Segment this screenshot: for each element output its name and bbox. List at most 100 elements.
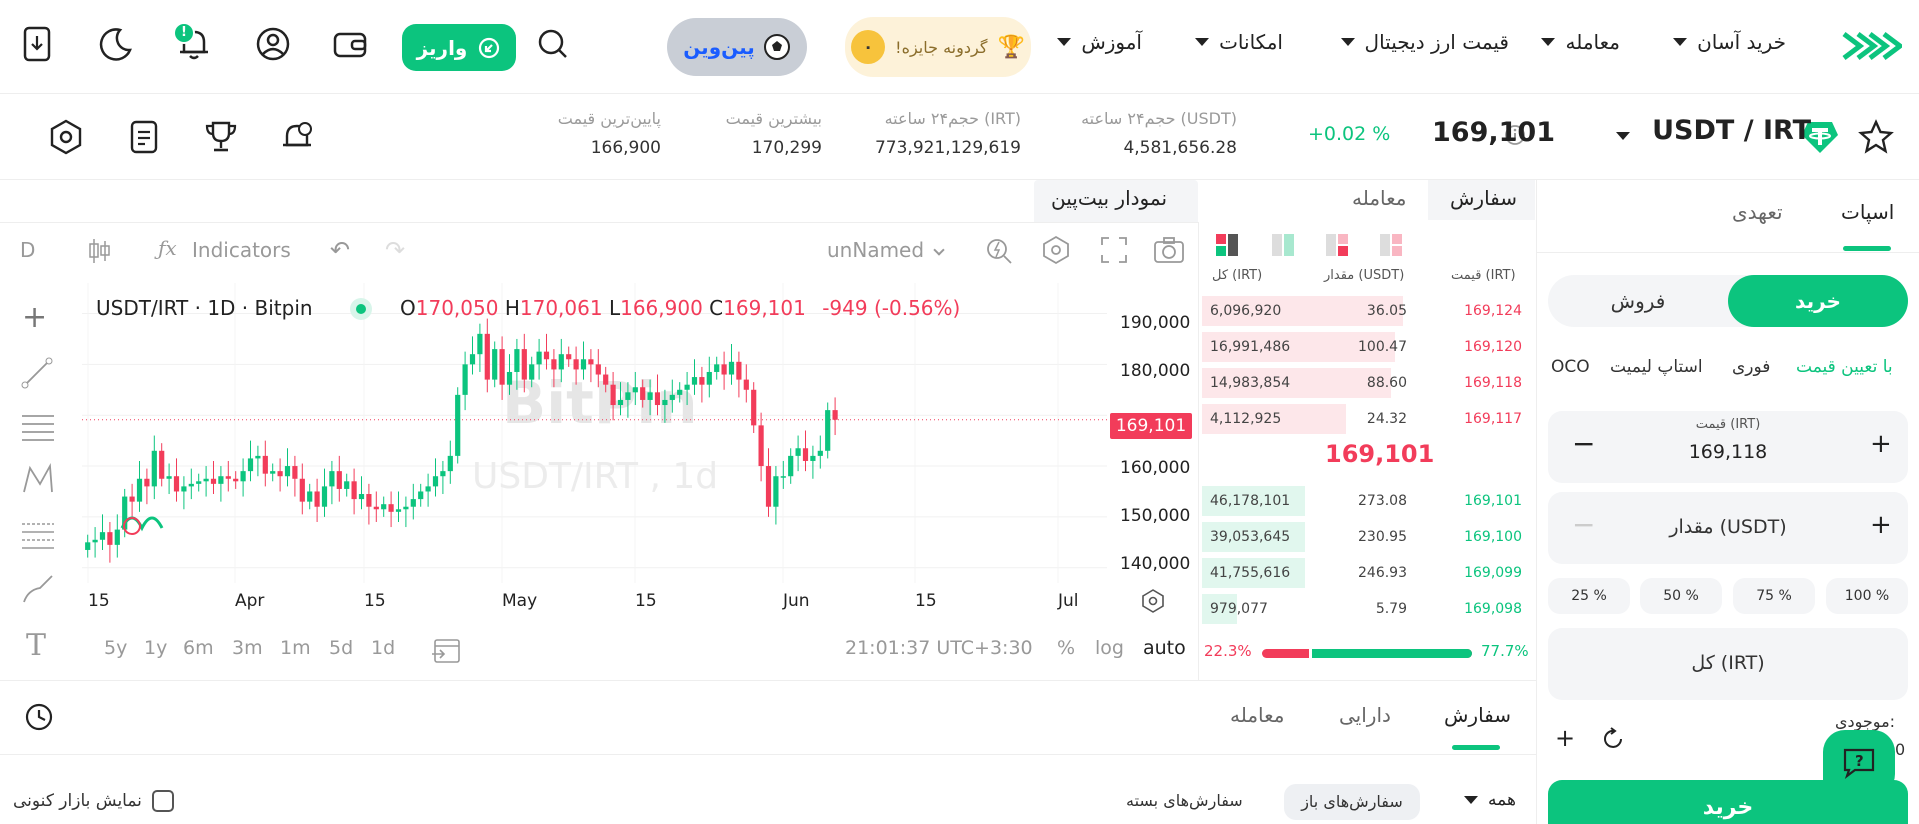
horizontal-lines-icon[interactable] [20,410,56,442]
profile-icon[interactable] [253,24,293,64]
percent-25-button[interactable]: 25 % [1548,578,1630,614]
plus-icon[interactable]: + [1870,429,1892,459]
date-range-icon[interactable] [430,634,462,666]
candle [336,471,342,489]
pattern-icon[interactable] [20,462,56,498]
orders-tab-orders[interactable]: سفارش [1444,703,1511,727]
total-field[interactable]: کل (IRT) [1548,628,1908,700]
trophy-icon[interactable] [201,117,241,157]
tab-margin[interactable]: تعهدی [1732,200,1783,224]
range-5y[interactable]: 5y [104,637,127,659]
layout-name[interactable]: unNamed [827,238,924,262]
refresh-icon[interactable] [1601,726,1627,752]
sell-toggle[interactable]: فروش [1548,275,1728,327]
quick-search-icon[interactable] [984,234,1014,266]
bitpin-logo[interactable] [1840,30,1902,62]
pinwin-button[interactable]: پین‌وین [667,18,807,76]
prize-wheel-button[interactable]: 🏆 گردونه جایزه! ۰ [845,17,1031,77]
fx-icon[interactable]: ƒx [158,236,177,260]
range-5d[interactable]: 5d [329,637,353,659]
orderbook-both-view-icon[interactable] [1324,232,1350,258]
market-pair[interactable]: USDT / IRT [1652,115,1811,146]
candlestick-chart[interactable]: BitPin USDT/IRT , 1d [82,283,1112,583]
search-icon[interactable] [533,24,573,64]
submit-buy-button[interactable]: خرید [1548,780,1908,824]
crosshair-icon[interactable]: + [22,300,47,335]
candle [543,351,550,360]
fullscreen-icon[interactable] [1098,234,1130,266]
axis-settings-icon[interactable] [1140,588,1166,614]
nav-trade[interactable]: معامله [1541,30,1620,54]
trend-line-icon[interactable] [20,356,54,390]
chevron-down-icon[interactable] [1616,132,1630,140]
order-type-stop-limit[interactable]: استاپ لیمیت [1610,357,1703,377]
deposit-button[interactable]: واریز [402,24,516,71]
closed-orders-chip[interactable]: سفارش‌های بسته [1126,791,1243,810]
percent-75-button[interactable]: 75 % [1733,578,1815,614]
brush-icon[interactable] [20,572,56,608]
buy-toggle[interactable]: خرید [1728,275,1908,327]
percent-50-button[interactable]: 50 % [1640,578,1722,614]
undo-icon[interactable]: ↶ [330,236,350,264]
bid-row[interactable]: 169,099 246.93 41,755,616 [1202,556,1532,589]
dark-mode-icon[interactable] [96,24,136,64]
order-type-market[interactable]: فوری [1732,357,1770,377]
orderbook-buy-view-icon[interactable] [1270,232,1296,258]
range-1d[interactable]: 1d [371,637,395,659]
fib-icon[interactable] [20,518,56,552]
candles-type-icon[interactable] [86,236,112,266]
percent-scale-toggle[interactable]: % [1057,637,1075,659]
camera-icon[interactable] [1152,234,1186,266]
document-icon[interactable] [124,117,164,157]
alert-settings-icon[interactable] [277,117,317,157]
orderbook-sell-view-icon[interactable] [1378,232,1404,258]
plus-icon[interactable]: + [1870,510,1892,540]
orders-tab-assets[interactable]: دارایی [1339,703,1391,727]
ask-row[interactable]: 169,118 88.60 14,983,854 [1202,366,1532,399]
interval-selector[interactable]: D [20,238,35,262]
checkbox[interactable] [151,790,174,812]
bid-row[interactable]: 169,101 273.08 46,178,101 [1202,484,1532,517]
tab-bitpin-chart[interactable]: نمودار بیت‌پین [1051,186,1167,210]
redo-icon[interactable]: ↷ [385,236,405,264]
open-orders-chip[interactable]: سفارش‌های باز [1284,784,1420,820]
nav-learn[interactable]: آموزش [1057,30,1142,54]
wallet-icon[interactable] [330,24,370,64]
star-icon[interactable] [1858,119,1894,155]
add-balance-icon[interactable]: + [1555,724,1575,752]
ask-row[interactable]: 169,120 100.47 16,991,486 [1202,330,1532,363]
hexagon-settings-icon[interactable] [46,117,86,157]
bid-row[interactable]: 169,098 5.79 979,077 [1202,592,1532,625]
orders-filter[interactable]: همه [1464,790,1516,810]
order-type-limit[interactable]: با تعیین قیمت [1796,357,1893,377]
bid-row[interactable]: 169,100 230.95 39,053,645 [1202,520,1532,553]
ask-row[interactable]: 169,124 36.05 6,096,920 [1202,294,1532,327]
show-current-market[interactable]: نمایش بازار کنونی [13,790,174,812]
tab-order[interactable]: سفارش [1450,186,1517,210]
nav-crypto-prices[interactable]: قیمت ارز دیجیتال [1340,30,1509,54]
tab-spot[interactable]: اسپات [1841,200,1894,224]
minus-icon[interactable]: − [1572,427,1595,460]
log-scale-toggle[interactable]: log [1095,637,1124,659]
history-icon[interactable] [22,700,56,734]
text-tool-icon[interactable]: T [26,628,46,663]
auto-scale-toggle[interactable]: auto [1143,637,1186,659]
indicators-button[interactable]: Indicators [192,238,291,262]
price-field[interactable]: قیمت (IRT) 169,118 + − [1548,411,1908,483]
nav-easy-buy[interactable]: خرید آسان [1673,30,1786,54]
percent-100-button[interactable]: 100 % [1826,578,1908,614]
order-type-oco[interactable]: OCO [1551,357,1590,377]
range-6m[interactable]: 6m [183,637,214,659]
minus-icon[interactable]: − [1572,508,1595,541]
orderbook-default-view-icon[interactable] [1214,232,1240,258]
range-1m[interactable]: 1m [280,637,311,659]
range-3m[interactable]: 3m [232,637,263,659]
orders-tab-trades[interactable]: معامله [1230,703,1285,727]
ask-row[interactable]: 169,117 24.32 4,112,925 [1202,402,1532,435]
settings-icon[interactable] [1040,234,1072,266]
mobile-app-icon[interactable] [18,24,58,64]
range-1y[interactable]: 1y [144,637,167,659]
tab-trades[interactable]: معامله [1352,186,1407,210]
amount-field[interactable]: مقدار (USDT) + − [1548,492,1908,564]
nav-features[interactable]: امکانات [1195,30,1283,54]
